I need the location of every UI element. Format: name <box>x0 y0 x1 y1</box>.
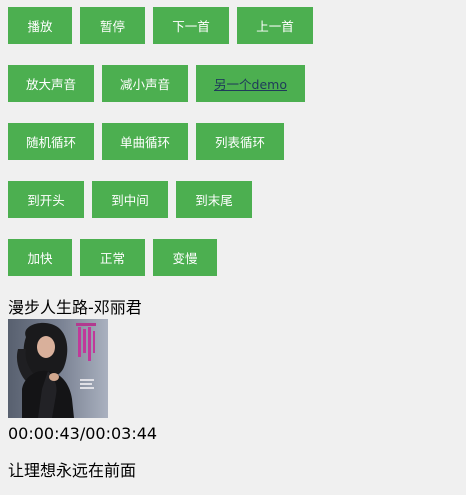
other-demo-button[interactable]: 另一个demo <box>196 65 305 102</box>
speed-faster-button[interactable]: 加快 <box>8 239 72 276</box>
pause-button[interactable]: 暂停 <box>80 7 145 44</box>
seek-end-button[interactable]: 到末尾 <box>176 181 252 218</box>
album-cover-image <box>8 319 108 418</box>
single-loop-button[interactable]: 单曲循环 <box>102 123 188 160</box>
speed-slower-button[interactable]: 变慢 <box>153 239 217 276</box>
song-title: 漫步人生路-邓丽君 <box>8 298 142 317</box>
list-loop-button[interactable]: 列表循环 <box>196 123 284 160</box>
volume-down-button[interactable]: 减小声音 <box>102 65 188 102</box>
album-cover <box>8 319 108 418</box>
playback-time: 00:00:43/00:03:44 <box>8 424 158 443</box>
play-button[interactable]: 播放 <box>8 7 72 44</box>
previous-track-button[interactable]: 上一首 <box>237 7 313 44</box>
seek-middle-button[interactable]: 到中间 <box>92 181 168 218</box>
seek-controls-row: 到开头 到中间 到末尾 <box>8 181 252 218</box>
volume-up-button[interactable]: 放大声音 <box>8 65 94 102</box>
volume-controls-row: 放大声音 减小声音 另一个demo <box>8 65 305 102</box>
playback-controls-row: 播放 暂停 下一首 上一首 <box>8 7 313 44</box>
next-track-button[interactable]: 下一首 <box>153 7 229 44</box>
shuffle-loop-button[interactable]: 随机循环 <box>8 123 94 160</box>
speed-controls-row: 加快 正常 变慢 <box>8 239 217 276</box>
speed-normal-button[interactable]: 正常 <box>80 239 145 276</box>
loop-mode-row: 随机循环 单曲循环 列表循环 <box>8 123 284 160</box>
current-lyric: 让理想永远在前面 <box>8 461 137 480</box>
seek-start-button[interactable]: 到开头 <box>8 181 84 218</box>
other-demo-link[interactable]: 另一个demo <box>214 74 287 93</box>
